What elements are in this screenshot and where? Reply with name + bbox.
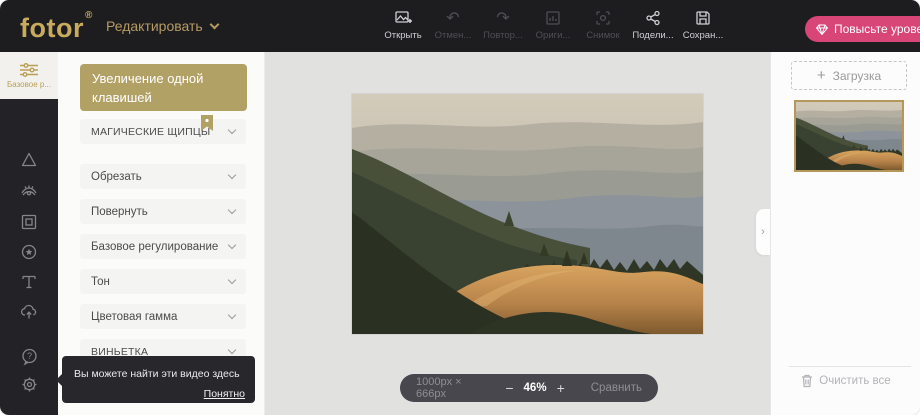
section-label: Цветовая гамма bbox=[91, 311, 177, 323]
landscape-photo bbox=[352, 94, 703, 334]
chevron-down-icon bbox=[209, 19, 219, 29]
share-label: Подели... bbox=[632, 30, 673, 41]
upload-button[interactable]: + Загрузка bbox=[791, 61, 907, 90]
panel-divider bbox=[789, 366, 911, 367]
chevron-down-icon bbox=[228, 171, 236, 179]
section-crop[interactable]: Обрезать bbox=[80, 164, 246, 189]
top-toolbar: Открыть ↶ Отмен... ↷ Повтор... Ориги... bbox=[378, 8, 728, 41]
compare-button[interactable]: Сравнить bbox=[591, 382, 642, 394]
zoom-in-button[interactable]: + bbox=[553, 380, 569, 396]
tooltip-dismiss-link[interactable]: Понятно bbox=[74, 388, 245, 400]
upgrade-label: Повысьте уровень bbox=[834, 22, 920, 36]
section-rotate[interactable]: Повернуть bbox=[80, 199, 246, 224]
text-icon bbox=[19, 272, 39, 292]
share-button[interactable]: Подели... bbox=[628, 8, 678, 41]
landscape-thumbnail bbox=[796, 102, 902, 170]
chevron-down-icon bbox=[228, 126, 236, 134]
chevron-down-icon bbox=[228, 311, 236, 319]
plus-icon: + bbox=[817, 68, 826, 83]
one-tap-enhance-button[interactable]: Увеличение одной клавишей bbox=[80, 64, 247, 111]
tooltip-text: Вы можете найти эти видео здесь bbox=[74, 368, 240, 380]
rail-item-label: Базовое р... bbox=[7, 80, 51, 89]
bookmark-icon bbox=[200, 115, 214, 135]
tooltip-arrow bbox=[56, 374, 62, 386]
rail-item-basic-adjust[interactable]: Базовое р... bbox=[0, 52, 58, 99]
chevron-down-icon bbox=[228, 206, 236, 214]
frames-icon bbox=[19, 212, 39, 232]
rail-item-frames[interactable] bbox=[0, 208, 58, 236]
open-image-icon bbox=[394, 8, 412, 28]
snapshot-button[interactable]: Снимок bbox=[578, 8, 628, 41]
settings-gear-icon bbox=[20, 375, 39, 394]
rail-item-settings[interactable] bbox=[0, 370, 58, 398]
section-label: Тон bbox=[91, 276, 110, 288]
snapshot-icon bbox=[594, 8, 612, 28]
open-label: Открыть bbox=[384, 30, 421, 41]
section-magic-clippers[interactable]: МАГИЧЕСКИЕ ЩИПЦЫ bbox=[80, 119, 246, 144]
redo-button[interactable]: ↷ Повтор... bbox=[478, 8, 528, 41]
rail-item-beauty[interactable] bbox=[0, 177, 58, 205]
save-label: Сохран... bbox=[683, 30, 724, 41]
zoom-level: 46% bbox=[524, 382, 547, 394]
upgrade-badge[interactable]: Повысьте уровень bbox=[805, 16, 920, 42]
chevron-down-icon bbox=[228, 276, 236, 284]
rail-item-effects[interactable] bbox=[0, 146, 58, 174]
left-tool-rail: Базовое р... ? bbox=[0, 52, 58, 415]
section-tone[interactable]: Тон bbox=[80, 269, 246, 294]
video-hint-tooltip: Вы можете найти эти видео здесь Понятно bbox=[62, 356, 255, 403]
rail-item-help[interactable]: ? bbox=[0, 342, 58, 370]
undo-icon: ↶ bbox=[446, 8, 459, 28]
fotor-editor-window: fotor® Редактировать Открыть ↶ Отмен... … bbox=[0, 0, 920, 415]
uploads-panel: + Загрузка Очистить все bbox=[770, 52, 920, 415]
original-button[interactable]: Ориги... bbox=[528, 8, 578, 41]
section-label: МАГИЧЕСКИЕ ЩИПЦЫ bbox=[91, 126, 210, 138]
adjust-sliders-icon bbox=[19, 63, 39, 77]
image-dimensions: 1000px × 666px bbox=[416, 376, 485, 400]
section-color-gamma[interactable]: Цветовая гамма bbox=[80, 304, 246, 329]
zoom-status-bar: 1000px × 666px − 46% + Сравнить bbox=[400, 374, 658, 402]
undo-label: Отмен... bbox=[435, 30, 472, 41]
section-label: Базовое регулирование bbox=[91, 241, 218, 253]
original-label: Ориги... bbox=[536, 30, 571, 41]
clear-all-button[interactable]: Очистить все bbox=[771, 374, 920, 388]
section-basic-adjust[interactable]: Базовое регулирование bbox=[80, 234, 246, 259]
section-label: Повернуть bbox=[91, 206, 148, 218]
open-button[interactable]: Открыть bbox=[378, 8, 428, 41]
snapshot-label: Снимок bbox=[586, 30, 619, 41]
clear-all-label: Очистить все bbox=[819, 375, 890, 387]
gem-icon bbox=[816, 24, 828, 35]
chevron-right-icon: › bbox=[761, 226, 765, 238]
trash-icon bbox=[801, 374, 813, 388]
section-label: Обрезать bbox=[91, 171, 142, 183]
upload-label: Загрузка bbox=[833, 69, 882, 83]
effects-icon bbox=[19, 150, 39, 170]
working-image[interactable] bbox=[352, 94, 703, 334]
mode-label: Редактировать bbox=[106, 18, 203, 34]
save-button[interactable]: Сохран... bbox=[678, 8, 728, 41]
beauty-eye-icon bbox=[19, 181, 39, 201]
registered-mark: ® bbox=[85, 10, 93, 21]
chevron-down-icon bbox=[228, 346, 236, 354]
stickers-icon bbox=[19, 242, 39, 262]
share-icon bbox=[644, 8, 662, 28]
chevron-down-icon bbox=[228, 241, 236, 249]
redo-label: Повтор... bbox=[483, 30, 523, 41]
svg-text:?: ? bbox=[26, 351, 31, 361]
help-icon: ? bbox=[20, 347, 39, 366]
cloud-upload-icon bbox=[19, 302, 39, 322]
zoom-out-button[interactable]: − bbox=[501, 380, 517, 396]
redo-icon: ↷ bbox=[496, 8, 509, 28]
mode-dropdown[interactable]: Редактировать bbox=[106, 0, 218, 52]
undo-button[interactable]: ↶ Отмен... bbox=[428, 8, 478, 41]
original-icon bbox=[544, 8, 562, 28]
right-panel-collapse-handle[interactable]: › bbox=[756, 209, 770, 255]
top-bar: fotor® Редактировать Открыть ↶ Отмен... … bbox=[0, 0, 920, 52]
rail-item-stickers[interactable] bbox=[0, 238, 58, 266]
rail-item-text[interactable] bbox=[0, 268, 58, 296]
fotor-logo[interactable]: fotor® bbox=[20, 0, 92, 52]
save-icon bbox=[694, 8, 712, 28]
image-thumbnail[interactable] bbox=[794, 100, 904, 172]
rail-item-cloud-upload[interactable] bbox=[0, 298, 58, 326]
editor-canvas: 1000px × 666px − 46% + Сравнить › bbox=[265, 52, 770, 415]
